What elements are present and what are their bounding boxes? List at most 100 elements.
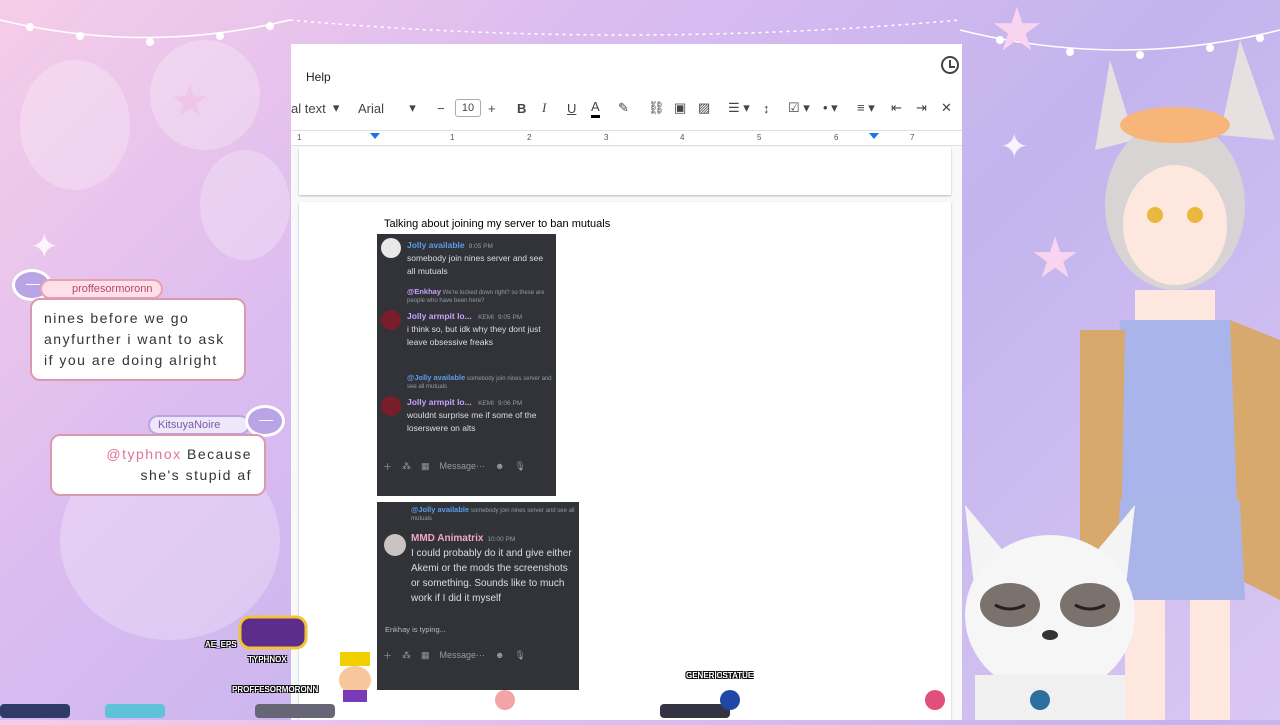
emoji-icon[interactable]: ☻: [495, 650, 504, 660]
badge-logo: [238, 615, 308, 650]
timestamp: 9:05 PM: [468, 243, 493, 250]
version-history-icon[interactable]: [941, 56, 959, 74]
paw-print-decoration: [200, 150, 290, 260]
role-badge: KEMI: [478, 400, 494, 407]
italic-button[interactable]: I: [542, 98, 546, 118]
text-color-button[interactable]: A: [591, 98, 600, 118]
plus-icon[interactable]: ＋: [383, 649, 392, 662]
paragraph-style-dropdown[interactable]: al text ▾: [291, 98, 339, 118]
game-overlay-strip: [0, 690, 1280, 720]
paragraph-style-label: al text: [291, 100, 326, 116]
discord-screenshot: Jolly available 9:05 PM somebody join nin…: [377, 234, 556, 496]
viewer-name-tag: PROFFESORMORONN: [232, 685, 319, 694]
chat-username: KitsuyaNoire: [148, 415, 251, 435]
ruler-tick: 6: [834, 133, 839, 142]
menu-help[interactable]: Help: [306, 70, 331, 84]
avatar: [381, 238, 401, 258]
timestamp: 9:05 PM: [498, 314, 523, 321]
decrease-font-size-icon[interactable]: −: [437, 98, 445, 118]
reply-preview: @Enkhay We're locked down right? so thes…: [407, 288, 552, 305]
username: MMD Animatrix 10:00 PM: [411, 533, 515, 544]
viewer-name-tag: AE_EPS: [205, 640, 237, 649]
username: Jolly available 9:05 PM: [407, 240, 493, 250]
checklist-icon[interactable]: ☑ ▾: [788, 98, 810, 118]
message-text: wouldnt surprise me if some of the loser…: [407, 410, 537, 433]
timestamp: 10:00 PM: [487, 536, 516, 543]
avatar: [384, 534, 406, 556]
avatar: [381, 396, 401, 416]
reply-username: @Enkhay: [407, 287, 441, 296]
increase-indent-icon[interactable]: ⇥: [916, 98, 927, 118]
chat-message: @typhnox Because she's stupid af: [50, 434, 266, 496]
numbered-list-icon[interactable]: ≡ ▾: [857, 98, 875, 118]
reply-preview: @Jolly available somebody join nines ser…: [411, 506, 576, 523]
font-size-value: 10: [455, 99, 481, 117]
message-input[interactable]: Message···: [440, 650, 486, 660]
avatar: [381, 310, 401, 330]
message-text: I could probably do it and give either A…: [411, 548, 572, 604]
emoji-icon[interactable]: ☻: [495, 461, 504, 471]
mic-icon[interactable]: 🎙: [515, 461, 526, 472]
cat-plush-avatar: [965, 505, 1135, 720]
decrease-indent-icon[interactable]: ⇤: [891, 98, 902, 118]
ruler[interactable]: 1 1 2 3 4 5 6 7: [291, 130, 962, 146]
username-text: MMD Animatrix: [411, 533, 484, 544]
ruler-tick: 5: [757, 133, 762, 142]
clear-formatting-icon[interactable]: ✕: [941, 98, 952, 118]
apps-icon[interactable]: ⁂: [402, 461, 411, 472]
gift-icon[interactable]: ▦: [421, 650, 430, 661]
font-family-label: Arial: [358, 100, 385, 116]
username: Jolly armpit lo... KEMI 9:06 PM: [407, 397, 522, 407]
insert-link-icon[interactable]: ⛓: [648, 98, 665, 118]
message-input[interactable]: Message···: [440, 461, 486, 471]
mic-icon[interactable]: 🎙: [515, 650, 526, 661]
star-decoration: ★: [1030, 226, 1081, 289]
left-indent-marker[interactable]: [370, 133, 380, 139]
message-text: somebody join nines server and see all m…: [407, 253, 544, 276]
document-text: Talking about joining my server to ban m…: [384, 218, 611, 230]
bold-button[interactable]: B: [517, 98, 526, 118]
underline-button[interactable]: U: [567, 98, 576, 118]
reply-username: @Jolly available: [407, 373, 466, 382]
viewer-name-tag: TYPHNOX: [248, 655, 287, 664]
document-page: [299, 147, 951, 195]
ruler-tick: 1: [450, 133, 455, 142]
align-left-icon[interactable]: ☰ ▾: [728, 98, 750, 118]
plus-icon[interactable]: ＋: [383, 460, 392, 473]
chat-username: proffesormoronn: [40, 279, 163, 299]
chat-mention: @typhnox: [106, 446, 182, 462]
message-input-bar[interactable]: ＋ ⁂ ▦ Message··· ☻ 🎙: [383, 455, 536, 477]
reply-username: @Jolly available: [411, 505, 470, 514]
game-sprites: [0, 690, 1050, 718]
line-spacing-icon[interactable]: ↕: [763, 98, 770, 118]
gift-icon[interactable]: ▦: [421, 461, 430, 472]
add-comment-icon[interactable]: ▣: [674, 98, 686, 118]
timestamp: 9:06 PM: [498, 400, 523, 407]
ruler-tick: 3: [604, 133, 609, 142]
google-docs-window: Help al text ▾ Arial ▾ − 10 + B I U A ✎ …: [291, 44, 962, 720]
chat-message: nines before we go anyfurther i want to …: [30, 298, 246, 381]
ruler-tick: 2: [527, 133, 532, 142]
ruler-tick: 7: [910, 133, 915, 142]
message-input-bar[interactable]: ＋ ⁂ ▦ Message··· ☻ 🎙: [383, 644, 536, 666]
username-text: Jolly available: [407, 240, 465, 250]
star-decoration: ★: [170, 77, 210, 126]
increase-font-size-icon[interactable]: +: [488, 98, 496, 118]
right-indent-marker[interactable]: [869, 133, 879, 139]
highlight-pen-icon[interactable]: ✎: [618, 98, 629, 118]
role-badge: KEMI: [478, 314, 494, 321]
font-family-dropdown[interactable]: Arial ▾: [358, 98, 416, 118]
formatting-toolbar: al text ▾ Arial ▾ − 10 + B I U A ✎ ⛓ ▣ ▨…: [291, 86, 962, 130]
typing-indicator: Enkhay is typing...: [385, 625, 446, 634]
wario-sprite: [339, 652, 371, 702]
apps-icon[interactable]: ⁂: [402, 650, 411, 661]
insert-image-icon[interactable]: ▨: [698, 98, 710, 118]
username-text: Jolly armpit lo...: [407, 311, 472, 321]
bulleted-list-icon[interactable]: • ▾: [823, 98, 838, 118]
star-decoration: ✦: [1000, 128, 1029, 166]
menu-bar: Help: [291, 44, 962, 86]
username-text: Jolly armpit lo...: [407, 397, 472, 407]
star-decoration: ✦: [30, 228, 59, 266]
ruler-tick: 4: [680, 133, 685, 142]
font-size-input[interactable]: 10: [455, 98, 481, 118]
